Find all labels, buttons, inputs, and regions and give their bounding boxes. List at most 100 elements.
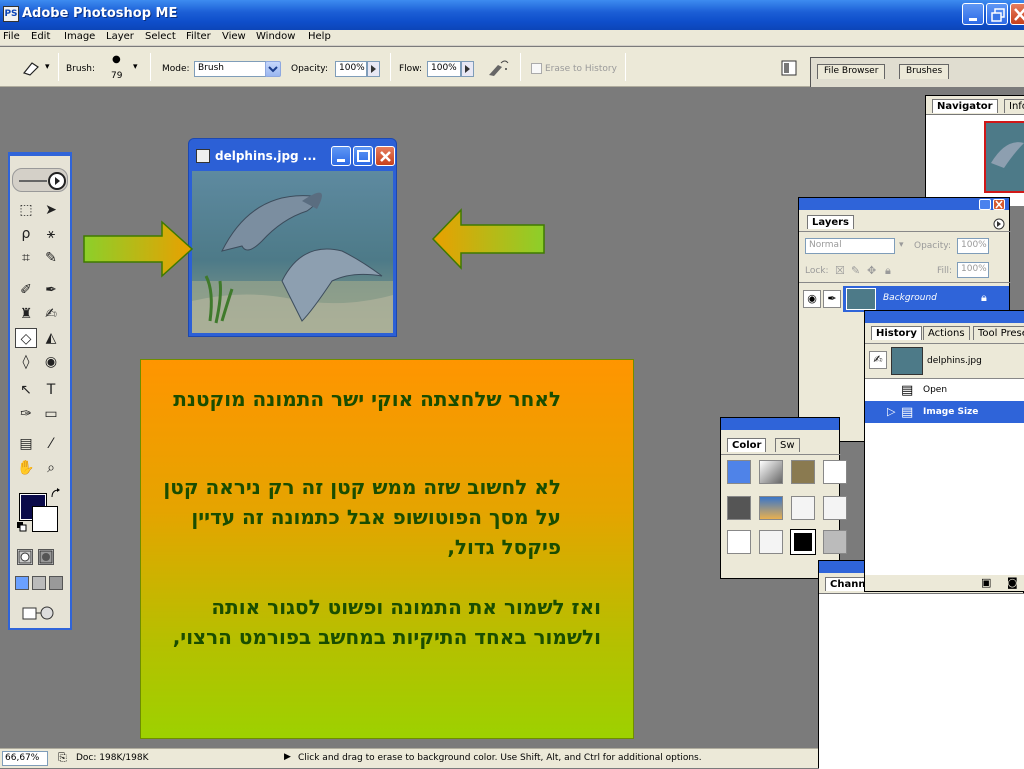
style-swatch-12[interactable]: [823, 530, 847, 554]
style-swatch-10[interactable]: [759, 530, 783, 554]
tab-info[interactable]: Info: [1004, 99, 1024, 113]
full-screen-mode-icon[interactable]: [49, 576, 63, 590]
full-screen-menu-mode-icon[interactable]: [32, 576, 46, 590]
eraser-tool-icon[interactable]: ◇: [15, 328, 37, 348]
dolphins-image[interactable]: [192, 171, 393, 333]
lock-transparency-icon[interactable]: ☒: [835, 264, 845, 277]
blend-mode-dropdown-arrow[interactable]: ▾: [899, 240, 904, 250]
default-colors-icon[interactable]: [17, 522, 27, 532]
document-close-button[interactable]: [375, 146, 395, 166]
snapshot-thumbnail[interactable]: [891, 347, 923, 375]
brush-tool-icon[interactable]: ✒: [40, 280, 62, 300]
tab-history[interactable]: History: [871, 326, 922, 340]
style-swatch-11[interactable]: [790, 529, 816, 555]
layers-close-button[interactable]: [993, 199, 1005, 210]
eraser-tool-preset-icon[interactable]: [20, 59, 42, 77]
clone-stamp-tool-icon[interactable]: ♜: [15, 304, 37, 324]
mode-dropdown-arrow[interactable]: [265, 61, 281, 77]
layer-opacity-input[interactable]: 100%: [957, 238, 989, 254]
tab-tool-presets[interactable]: Tool Prese: [973, 326, 1024, 340]
lock-position-icon[interactable]: ✥: [867, 264, 876, 277]
menu-layer[interactable]: Layer: [106, 31, 134, 42]
paint-bucket-tool-icon[interactable]: ◭: [40, 328, 62, 348]
dodge-tool-icon[interactable]: ◉: [40, 352, 62, 372]
path-selection-tool-icon[interactable]: ↖: [15, 380, 37, 400]
tab-brushes[interactable]: Brushes: [899, 64, 950, 79]
menu-view[interactable]: View: [222, 31, 246, 42]
new-document-from-state-icon[interactable]: ▣: [981, 576, 991, 589]
healing-brush-tool-icon[interactable]: ✐: [15, 280, 37, 300]
menu-window[interactable]: Window: [256, 31, 295, 42]
restore-button[interactable]: [986, 3, 1008, 25]
pen-tool-icon[interactable]: ✑: [15, 404, 37, 424]
notes-tool-icon[interactable]: ▤: [15, 434, 37, 454]
brush-dropdown-arrow[interactable]: ▾: [133, 62, 138, 72]
flow-input[interactable]: 100%: [427, 61, 461, 77]
menu-filter[interactable]: Filter: [186, 31, 211, 42]
tab-file-browser[interactable]: File Browser: [817, 64, 886, 79]
airbrush-icon[interactable]: [486, 57, 512, 79]
layer-brush-icon[interactable]: ✒: [823, 290, 841, 308]
zoom-tool-icon[interactable]: ⌕: [40, 458, 62, 478]
minimize-button[interactable]: [962, 3, 984, 25]
style-swatch-7[interactable]: [791, 496, 815, 520]
zoom-field[interactable]: 66,67%: [2, 751, 48, 766]
style-swatch-3[interactable]: [791, 460, 815, 484]
erase-to-history-checkbox[interactable]: [531, 63, 542, 74]
standard-screen-mode-icon[interactable]: [15, 576, 29, 590]
history-item-image-size[interactable]: ▷ ▤ Image Size: [865, 401, 1024, 423]
status-menu-arrow-icon[interactable]: ▶: [284, 752, 291, 762]
brush-dot-icon[interactable]: ●: [112, 54, 121, 65]
style-swatch-9[interactable]: [727, 530, 751, 554]
close-button[interactable]: [1010, 3, 1024, 25]
opacity-slider-button[interactable]: [367, 61, 380, 77]
tab-actions[interactable]: Actions: [923, 326, 970, 340]
magic-wand-tool-icon[interactable]: ⚹: [40, 224, 62, 244]
history-brush-source-icon[interactable]: ✍: [869, 351, 887, 369]
eyedropper-tool-icon[interactable]: ⁄: [40, 434, 62, 454]
blur-tool-icon[interactable]: ◊: [15, 352, 37, 372]
document-minimize-button[interactable]: [331, 146, 351, 166]
marquee-tool-icon[interactable]: ⬚: [15, 200, 37, 220]
swap-colors-icon[interactable]: [50, 488, 62, 500]
tab-layers[interactable]: Layers: [807, 215, 854, 229]
hand-tool-icon[interactable]: ✋: [15, 458, 37, 478]
tab-navigator[interactable]: Navigator: [932, 99, 998, 113]
history-item-open[interactable]: ▤ Open: [865, 379, 1024, 401]
preset-dropdown-arrow[interactable]: ▾: [45, 62, 50, 72]
tab-swatches[interactable]: Sw: [775, 438, 800, 452]
layers-minimize-button[interactable]: [979, 199, 991, 210]
layer-visibility-eye-icon[interactable]: ◉: [803, 290, 821, 308]
style-swatch-2[interactable]: [759, 460, 783, 484]
panel-menu-arrow-icon[interactable]: [993, 218, 1005, 230]
move-tool-icon[interactable]: ➤: [40, 200, 62, 220]
standard-mode-button[interactable]: [17, 549, 33, 565]
menu-file[interactable]: File: [3, 31, 20, 42]
flow-slider-button[interactable]: [461, 61, 474, 77]
document-maximize-button[interactable]: [353, 146, 373, 166]
fill-input[interactable]: 100%: [957, 262, 989, 278]
slice-tool-icon[interactable]: ✎: [40, 248, 62, 268]
lock-all-icon[interactable]: 🔒︎: [885, 264, 891, 278]
history-brush-tool-icon[interactable]: ✍: [40, 304, 62, 324]
adobe-online-button[interactable]: [12, 168, 68, 192]
blend-mode-select[interactable]: Normal: [805, 238, 895, 254]
jump-to-imageready-button[interactable]: [22, 604, 54, 622]
crop-tool-icon[interactable]: ⌗: [15, 248, 37, 268]
opacity-input[interactable]: 100%: [335, 61, 367, 77]
type-tool-icon[interactable]: T: [40, 380, 62, 400]
menu-select[interactable]: Select: [145, 31, 176, 42]
menu-edit[interactable]: Edit: [31, 31, 50, 42]
lock-image-icon[interactable]: ✎: [851, 264, 860, 277]
style-swatch-5[interactable]: [727, 496, 751, 520]
quick-mask-button[interactable]: [38, 549, 54, 565]
style-swatch-4[interactable]: [823, 460, 847, 484]
layer-row-background[interactable]: Background 🔒︎: [843, 286, 1009, 312]
style-swatch-1[interactable]: [727, 460, 751, 484]
doc-info-icon[interactable]: ⎘: [58, 751, 67, 765]
background-color-swatch[interactable]: [32, 506, 58, 532]
menu-image[interactable]: Image: [64, 31, 95, 42]
style-swatch-6[interactable]: [759, 496, 783, 520]
new-snapshot-icon[interactable]: ◙: [1007, 576, 1018, 589]
navigator-thumbnail[interactable]: [984, 121, 1024, 193]
